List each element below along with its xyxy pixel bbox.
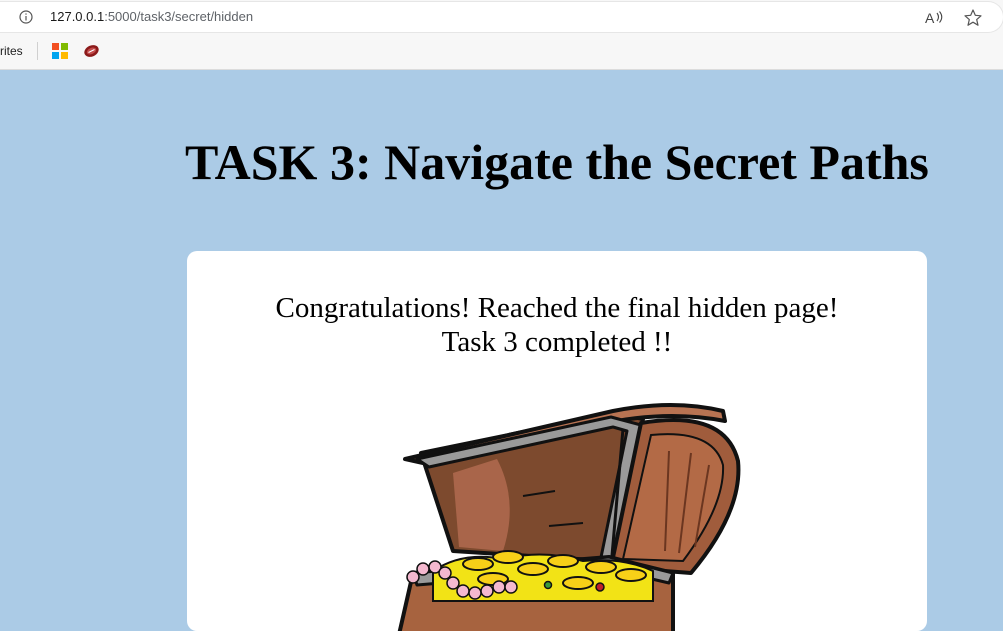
address-bar[interactable]: 127.0.0.1:5000/task3/secret/hidden A — [0, 2, 1003, 32]
favorites-divider — [37, 42, 38, 60]
page-title: TASK 3: Navigate the Secret Paths — [185, 134, 929, 190]
content-card: Congratulations! Reached the final hidde… — [187, 251, 927, 631]
treasure-chest-image — [397, 403, 741, 631]
favorite-star-icon[interactable] — [963, 8, 983, 28]
url-host: 127.0.0.1 — [50, 9, 105, 24]
browser-toolbar: 127.0.0.1:5000/task3/secret/hidden A rit… — [0, 0, 1003, 70]
read-aloud-icon[interactable]: A — [924, 9, 944, 27]
favorites-label[interactable]: rites — [0, 44, 23, 58]
svg-text:A: A — [925, 10, 935, 26]
url-text[interactable]: 127.0.0.1:5000/task3/secret/hidden — [50, 9, 253, 24]
football-icon[interactable] — [83, 43, 100, 59]
completion-message: Congratulations! Reached the final hidde… — [187, 291, 927, 359]
message-line-2: Task 3 completed !! — [441, 326, 673, 358]
microsoft-icon[interactable] — [52, 43, 68, 59]
info-icon[interactable] — [19, 10, 33, 24]
message-line-1: Congratulations! Reached the final hidde… — [275, 292, 839, 324]
url-path: :5000/task3/secret/hidden — [104, 9, 254, 24]
